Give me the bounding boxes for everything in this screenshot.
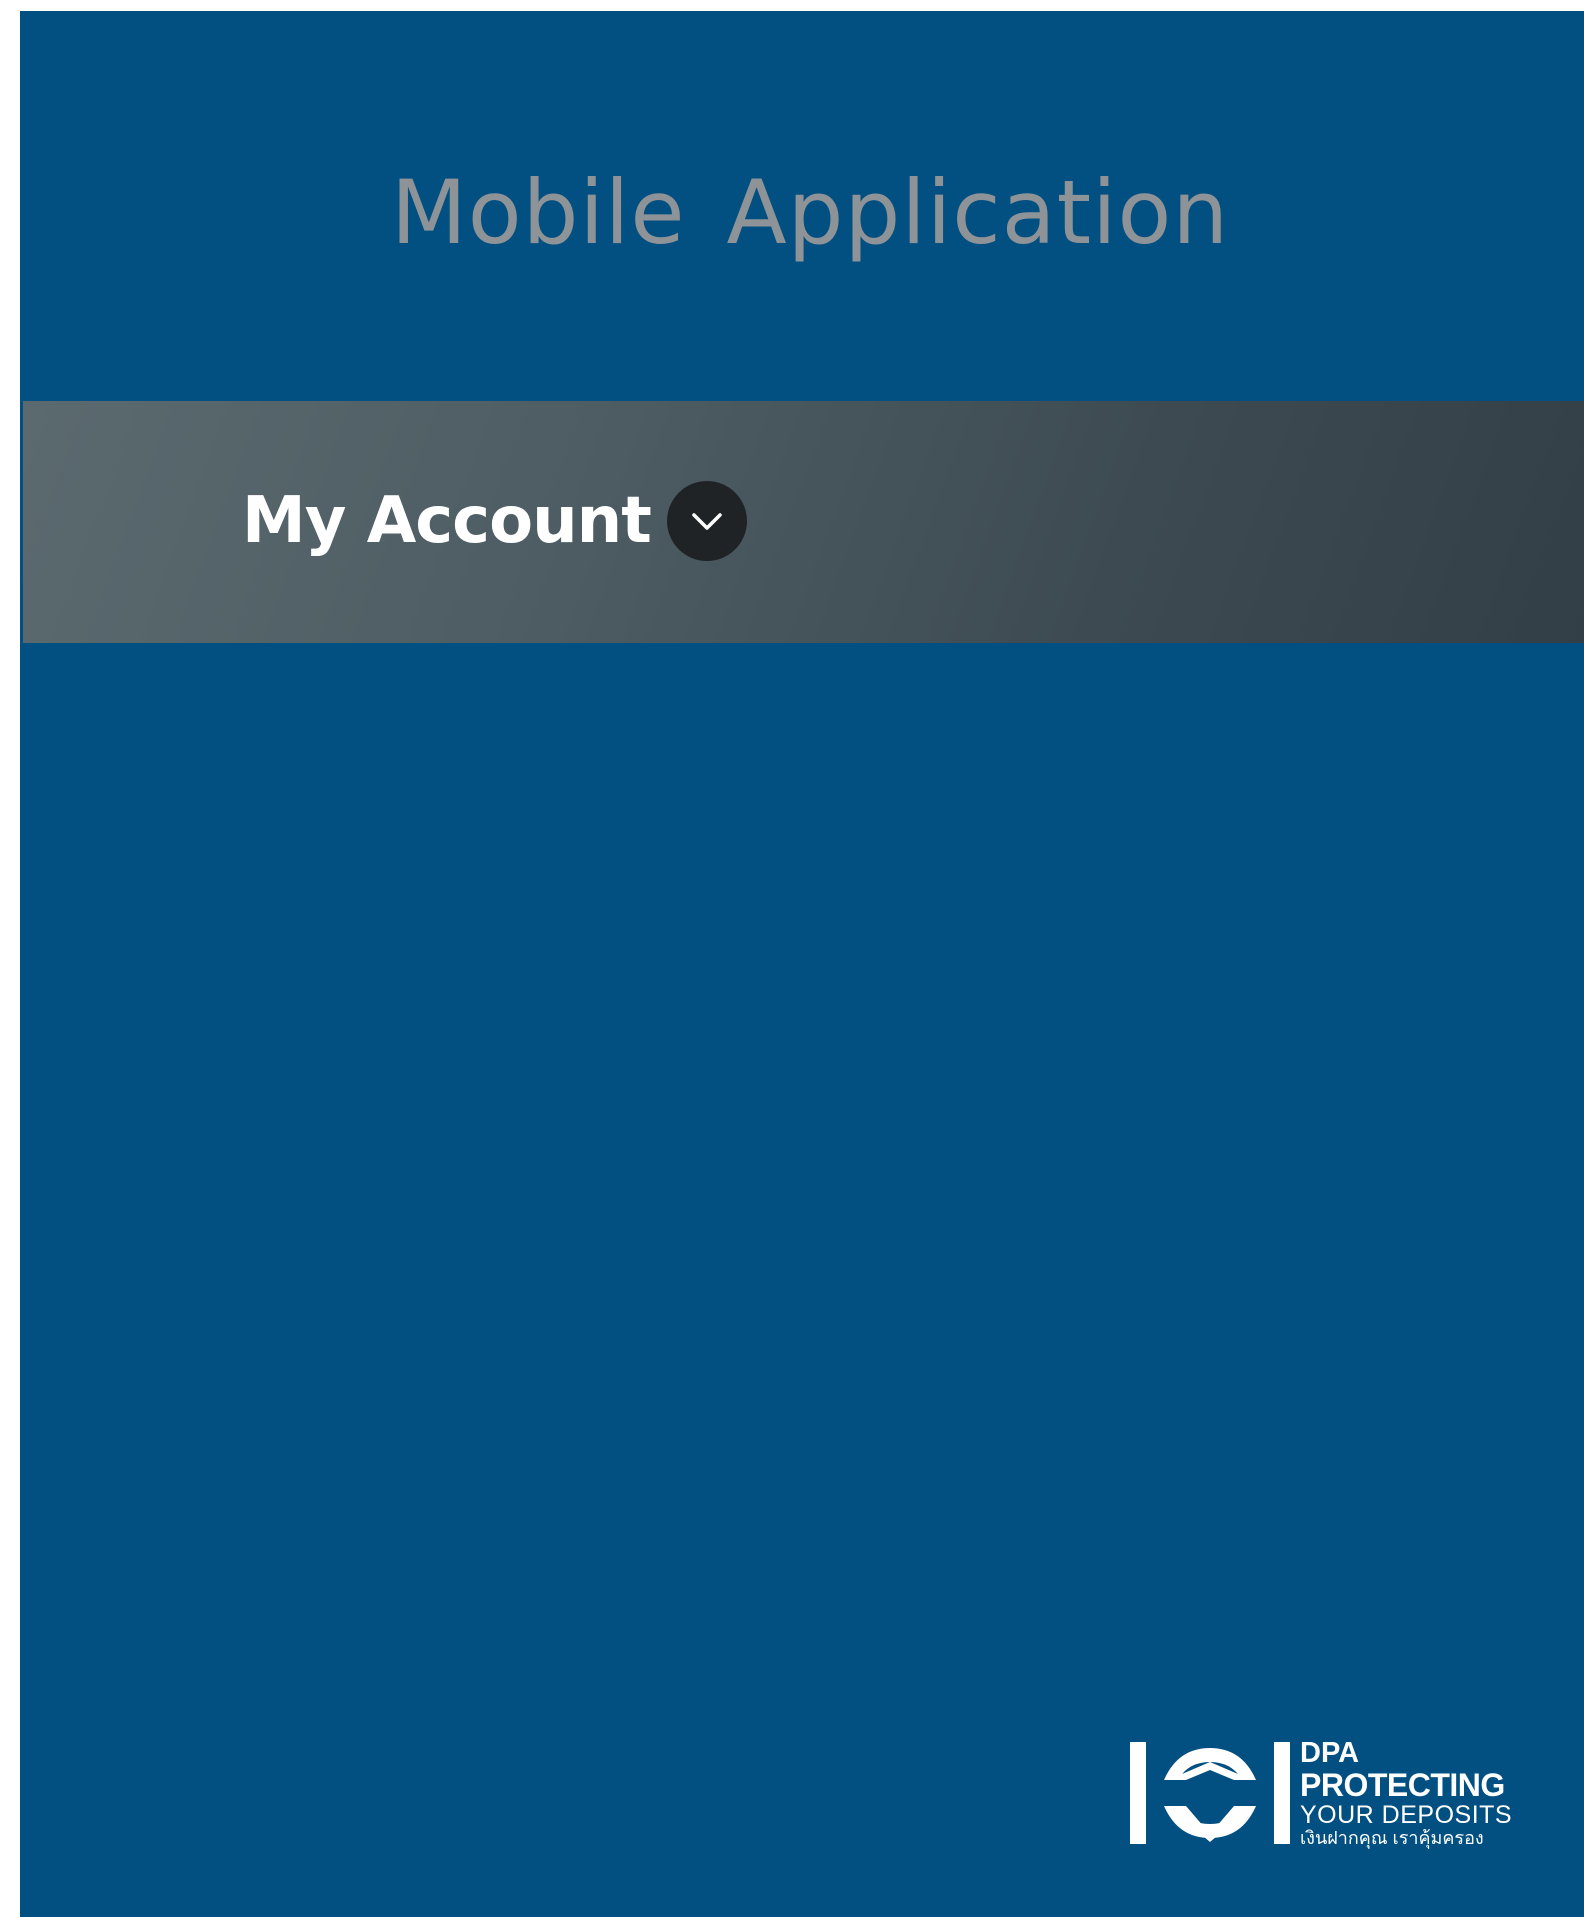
dpa-logo: DPA PROTECTING YOUR DEPOSITS เงินฝากคุณ … (1130, 1739, 1540, 1849)
logo-line-3: YOUR DEPOSITS (1300, 1801, 1513, 1829)
logo-line-4: เงินฝากคุณ เราคุ้มครอง (1300, 1828, 1484, 1848)
logo-line-1: DPA (1300, 1737, 1360, 1769)
chevron-down-icon[interactable] (666, 481, 747, 561)
dpa-logo-text: DPA PROTECTING YOUR DEPOSITS เงินฝากคุณ … (1300, 1737, 1513, 1848)
header: Mobile Application (20, 11, 1584, 401)
my-account-dropdown[interactable]: My Account (242, 481, 747, 561)
page-title: Mobile Application (390, 161, 1230, 264)
account-bar: My Account (23, 401, 1584, 643)
logo-line-2: PROTECTING (1300, 1767, 1505, 1803)
page-background: Mobile Application My Account DPA PROTEC… (20, 11, 1584, 1917)
dpa-logo-mark-icon (1130, 1742, 1290, 1844)
my-account-label[interactable]: My Account (242, 484, 652, 558)
